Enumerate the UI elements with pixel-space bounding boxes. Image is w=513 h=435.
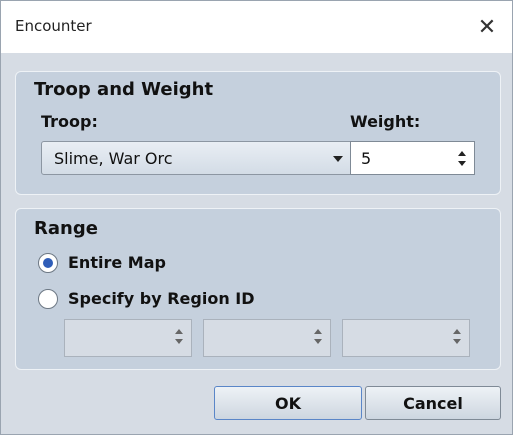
close-icon[interactable]: ✕	[462, 1, 512, 53]
specify-region-radio[interactable]	[38, 289, 58, 309]
entire-map-radio[interactable]	[38, 253, 58, 273]
entire-map-label[interactable]: Entire Map	[68, 253, 166, 272]
spin-up-icon[interactable]	[175, 329, 183, 334]
title-bar: Encounter ✕	[1, 1, 512, 53]
weight-spinbox[interactable]: 5	[350, 141, 475, 175]
region-id-spinbox-3[interactable]	[342, 319, 470, 357]
range-heading: Range	[34, 218, 98, 239]
spin-down-icon[interactable]	[175, 339, 183, 344]
troop-and-weight-heading: Troop and Weight	[34, 79, 214, 100]
troop-and-weight-group: Troop and Weight Troop: Slime, War Orc W…	[15, 71, 501, 195]
specify-region-label[interactable]: Specify by Region ID	[68, 289, 255, 308]
spin-up-icon[interactable]	[458, 151, 466, 156]
troop-value: Slime, War Orc	[54, 149, 173, 168]
chevron-down-icon	[333, 156, 343, 162]
spin-up-icon[interactable]	[453, 329, 461, 334]
troop-label: Troop:	[41, 112, 98, 131]
region-id-spinbox-2[interactable]	[203, 319, 331, 357]
region-id-spinbox-1[interactable]	[64, 319, 192, 357]
spin-down-icon[interactable]	[453, 339, 461, 344]
range-group: Range Entire Map Specify by Region ID	[15, 208, 501, 370]
ok-button[interactable]: OK	[214, 386, 362, 420]
spin-down-icon[interactable]	[314, 339, 322, 344]
spin-up-icon[interactable]	[314, 329, 322, 334]
cancel-button[interactable]: Cancel	[365, 386, 501, 420]
encounter-dialog: Encounter ✕ Troop and Weight Troop: Slim…	[0, 0, 513, 435]
weight-label: Weight:	[350, 112, 421, 131]
dialog-title: Encounter	[15, 17, 92, 35]
troop-combobox[interactable]: Slime, War Orc	[41, 141, 354, 175]
spin-down-icon[interactable]	[458, 161, 466, 166]
weight-value: 5	[361, 149, 372, 168]
